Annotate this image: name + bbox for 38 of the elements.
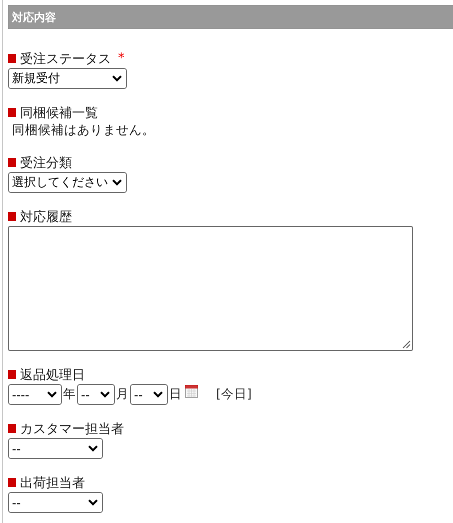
field-label: 受注分類 [20,154,72,172]
section-header: 対応内容 [8,5,453,29]
chevron-icon [100,391,110,398]
chevron-icon [88,445,98,452]
bullet-icon [8,158,16,167]
chevron-icon [112,75,122,82]
select-field[interactable]: ---- [8,384,62,405]
chevron-icon [88,499,98,506]
field-label: カスタマー担当者 [20,420,124,438]
required-mark: * [118,51,124,66]
chevron-icon [47,391,57,398]
select-field[interactable]: -- [130,384,168,405]
text-area[interactable] [8,226,413,351]
field-label: 受注ステータス [20,50,111,68]
field-label: 出荷担当者 [20,474,85,492]
select-field[interactable]: -- [77,384,115,405]
select-field[interactable]: 選択してください [8,172,127,193]
chevron-icon [153,391,163,398]
resize-grip-icon [402,340,411,349]
bullet-icon [8,108,16,117]
calendar-icon[interactable] [185,385,198,398]
field-label: 対応履歴 [20,208,72,226]
bullet-icon [8,370,16,379]
select-field[interactable]: -- [8,492,103,513]
unit-label: 年 [63,386,76,403]
select-field[interactable]: 新規受付 [8,68,127,89]
chevron-icon [112,179,122,186]
field-label: 返品処理日 [20,366,85,384]
bullet-icon [8,212,16,221]
unit-label: 月 [116,386,129,403]
bullet-icon [8,478,16,487]
info-text: 同梱候補はありません。 [11,122,156,139]
field-label: 同梱候補一覧 [20,104,98,122]
bullet-icon [8,424,16,433]
select-field[interactable]: -- [8,438,103,459]
unit-label: 日 [169,386,182,403]
bullet-icon [8,54,16,63]
today-link[interactable]: [今日] [216,386,252,403]
